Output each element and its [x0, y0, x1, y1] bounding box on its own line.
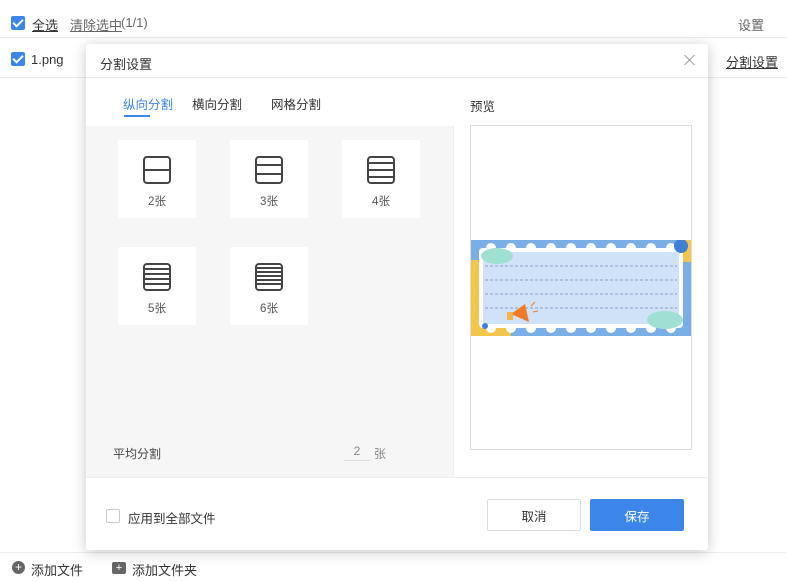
apply-all-label[interactable]: 应用到全部文件	[128, 508, 216, 527]
apply-all-checkbox[interactable]	[106, 509, 120, 523]
tab-vertical-split[interactable]: 纵向分割	[123, 94, 173, 113]
file-name: 1.png	[31, 52, 64, 67]
split-option-6[interactable]: 6张	[230, 247, 308, 325]
average-split-input[interactable]	[344, 441, 370, 461]
tab-horizontal-split[interactable]: 横向分割	[192, 94, 242, 113]
split-option-2[interactable]: 2张	[118, 140, 196, 218]
settings-header: 设置	[738, 18, 765, 33]
clear-selection-link[interactable]: 清除选中	[70, 15, 122, 34]
dialog-footer: 应用到全部文件 取消 保存	[86, 477, 708, 550]
split-settings-link[interactable]: 分割设置	[726, 52, 778, 71]
add-folder-button[interactable]: 添加文件夹	[132, 560, 197, 579]
split-option-label: 4张	[372, 196, 390, 208]
split-4-icon	[367, 156, 395, 184]
save-button[interactable]: 保存	[590, 499, 684, 531]
split-option-label: 2张	[148, 196, 166, 208]
split-option-label: 5张	[148, 303, 166, 315]
average-split-unit: 张	[374, 447, 387, 461]
split-settings-dialog: 分割设置 纵向分割 横向分割 网格分割 2张 3张 4张 5张 6张 平均分割 …	[86, 44, 708, 550]
select-all-checkbox[interactable]	[11, 16, 25, 30]
split-option-3[interactable]: 3张	[230, 140, 308, 218]
add-file-icon[interactable]: +	[12, 561, 25, 574]
cancel-button[interactable]: 取消	[487, 499, 581, 531]
split-option-4[interactable]: 4张	[342, 140, 420, 218]
tab-grid-split[interactable]: 网格分割	[271, 94, 321, 113]
active-tab-indicator	[124, 115, 150, 117]
preview-box	[470, 125, 692, 450]
select-all-link[interactable]: 全选	[32, 15, 58, 34]
split-options-panel: 纵向分割 横向分割 网格分割 2张 3张 4张 5张 6张 平均分割 2 张	[86, 79, 454, 477]
dialog-title: 分割设置	[100, 57, 153, 72]
split-mode-tabs: 纵向分割 横向分割 网格分割	[86, 79, 454, 126]
preview-image	[471, 240, 691, 336]
split-2-icon	[143, 156, 171, 184]
average-split-label: 平均分割	[113, 447, 162, 461]
dialog-header: 分割设置	[86, 44, 708, 78]
split-option-label: 3张	[260, 196, 278, 208]
split-option-5[interactable]: 5张	[118, 247, 196, 325]
split-5-icon	[143, 263, 171, 291]
selection-count: (1/1)	[121, 15, 148, 30]
split-6-icon	[255, 263, 283, 291]
add-file-button[interactable]: 添加文件	[31, 560, 83, 579]
add-folder-icon[interactable]: +	[112, 562, 126, 574]
bottom-bar: + 添加文件 + 添加文件夹	[0, 552, 787, 582]
preview-title: 预览	[470, 100, 496, 114]
split-3-icon	[255, 156, 283, 184]
split-option-label: 6张	[260, 303, 278, 315]
file-checkbox[interactable]	[11, 52, 25, 66]
close-icon[interactable]	[682, 52, 698, 68]
file-list-toolbar: 全选 清除选中 (1/1) 设置	[0, 8, 787, 38]
